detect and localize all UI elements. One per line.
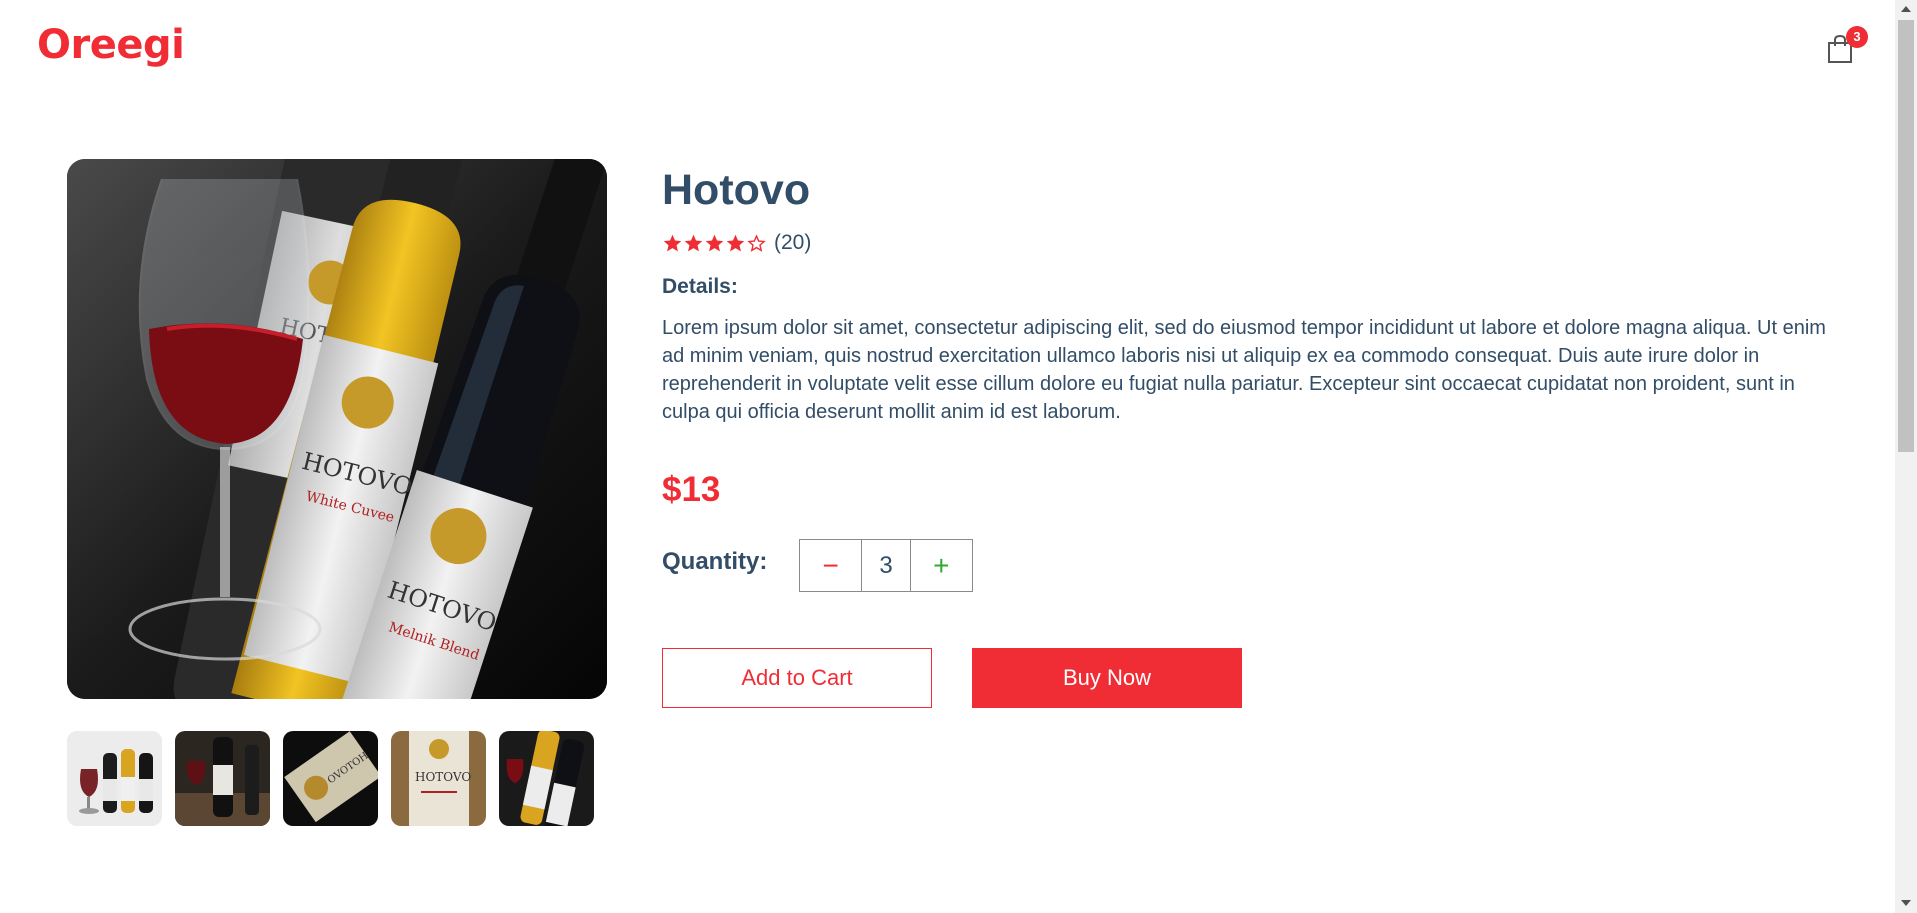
thumbnail-2[interactable] bbox=[175, 731, 270, 826]
decrease-quantity-button[interactable]: − bbox=[800, 540, 862, 591]
thumbnail-3[interactable]: OVOTOH bbox=[283, 731, 378, 826]
star-filled-icon bbox=[684, 234, 703, 251]
rating: (20) bbox=[662, 230, 811, 256]
thumbnail-1[interactable] bbox=[67, 731, 162, 826]
product-price: $13 bbox=[662, 470, 721, 509]
thumbnail-4[interactable]: HOTOVO bbox=[391, 731, 486, 826]
svg-text:HOTOVO: HOTOVO bbox=[415, 770, 471, 784]
logo[interactable]: Oreegi bbox=[37, 22, 185, 68]
increase-quantity-button[interactable]: + bbox=[910, 540, 972, 591]
star-filled-icon bbox=[705, 234, 724, 251]
thumbnail-gallery: OVOTOH HOTOVO bbox=[67, 731, 607, 826]
product-description: Lorem ipsum dolor sit amet, consectetur … bbox=[662, 317, 1826, 423]
vertical-scrollbar[interactable] bbox=[1895, 0, 1917, 913]
add-to-cart-button[interactable]: Add to Cart bbox=[662, 648, 932, 708]
thumbnail-5[interactable] bbox=[499, 731, 594, 826]
product-page: Oreegi 3 HOTOVO White Cuvee HOTOVO Melni… bbox=[0, 0, 1917, 913]
details-heading: Details: bbox=[662, 275, 738, 298]
scroll-down-arrow-icon[interactable] bbox=[1901, 900, 1911, 906]
product-name: Hotovo bbox=[662, 166, 811, 214]
quantity-label: Quantity: bbox=[662, 548, 768, 575]
scrollbar-thumb[interactable] bbox=[1898, 20, 1914, 452]
cart-button[interactable]: 3 bbox=[1824, 26, 1868, 68]
star-filled-icon bbox=[726, 234, 745, 251]
product-main-image: HOTOVO HOTOVO White Cuvee HOTOVO Melnik … bbox=[67, 159, 607, 699]
cart-count-badge: 3 bbox=[1846, 26, 1868, 48]
buy-now-button[interactable]: Buy Now bbox=[972, 648, 1242, 708]
star-outline-icon bbox=[747, 233, 766, 252]
navbar: Oreegi 3 bbox=[0, 0, 1895, 104]
star-filled-icon bbox=[663, 234, 682, 251]
quantity-stepper: − 3 + bbox=[799, 539, 973, 592]
review-count: (20) bbox=[774, 231, 812, 254]
scroll-up-arrow-icon[interactable] bbox=[1901, 6, 1911, 12]
quantity-value: 3 bbox=[861, 540, 911, 591]
